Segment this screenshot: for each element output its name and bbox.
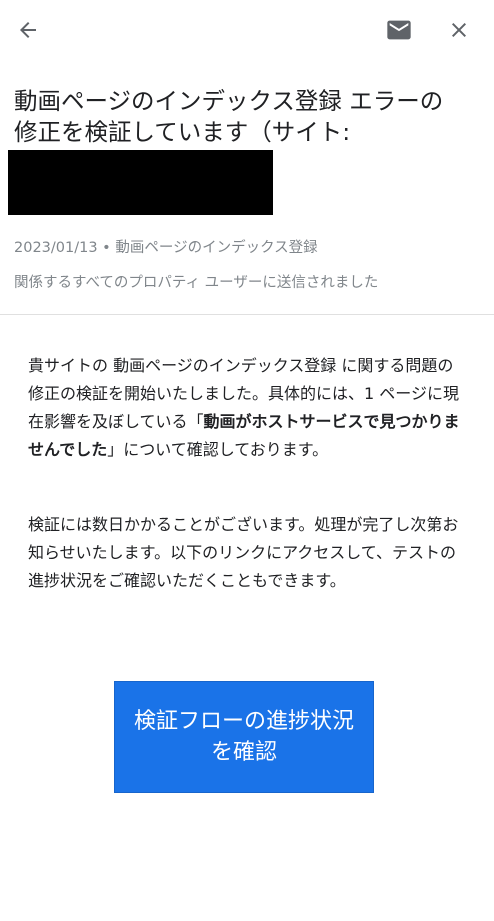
email-recipients: 関係するすべてのプロパティ ユーザーに送信されました [14, 275, 379, 291]
email-meta: 2023/01/13 • 動画ページのインデックス登録 [14, 236, 484, 257]
redacted-site-name [8, 150, 273, 215]
check-progress-button[interactable]: 検証フローの進捗状況を確認 [114, 681, 374, 793]
arrow-left-icon [20, 22, 36, 38]
meta-separator: • [97, 240, 116, 256]
body-paragraph-2: 検証には数日かかることがございます。処理が完了し次第お知らせいたします。以下のリ… [28, 515, 459, 590]
email-title: 動画ページのインデックス登録 エラーの修正を検証しています（サイト: [14, 87, 444, 146]
email-date: 2023/01/13 [14, 240, 98, 256]
mail-button[interactable] [383, 14, 415, 46]
top-bar [0, 0, 494, 60]
email-category: 動画ページのインデックス登録 [115, 240, 318, 256]
close-button[interactable] [443, 14, 475, 46]
envelope-icon [387, 20, 411, 40]
body-paragraph-1: 貴サイトの 動画ページのインデックス登録 に関する問題の修正の検証を開始いたしま… [28, 352, 464, 464]
back-button[interactable] [12, 14, 44, 46]
header-divider [0, 314, 494, 315]
check-progress-label: 検証フローの進捗状況を確認 [133, 709, 354, 765]
body-text: 」について確認しております。 [107, 440, 329, 459]
close-icon [452, 23, 466, 37]
